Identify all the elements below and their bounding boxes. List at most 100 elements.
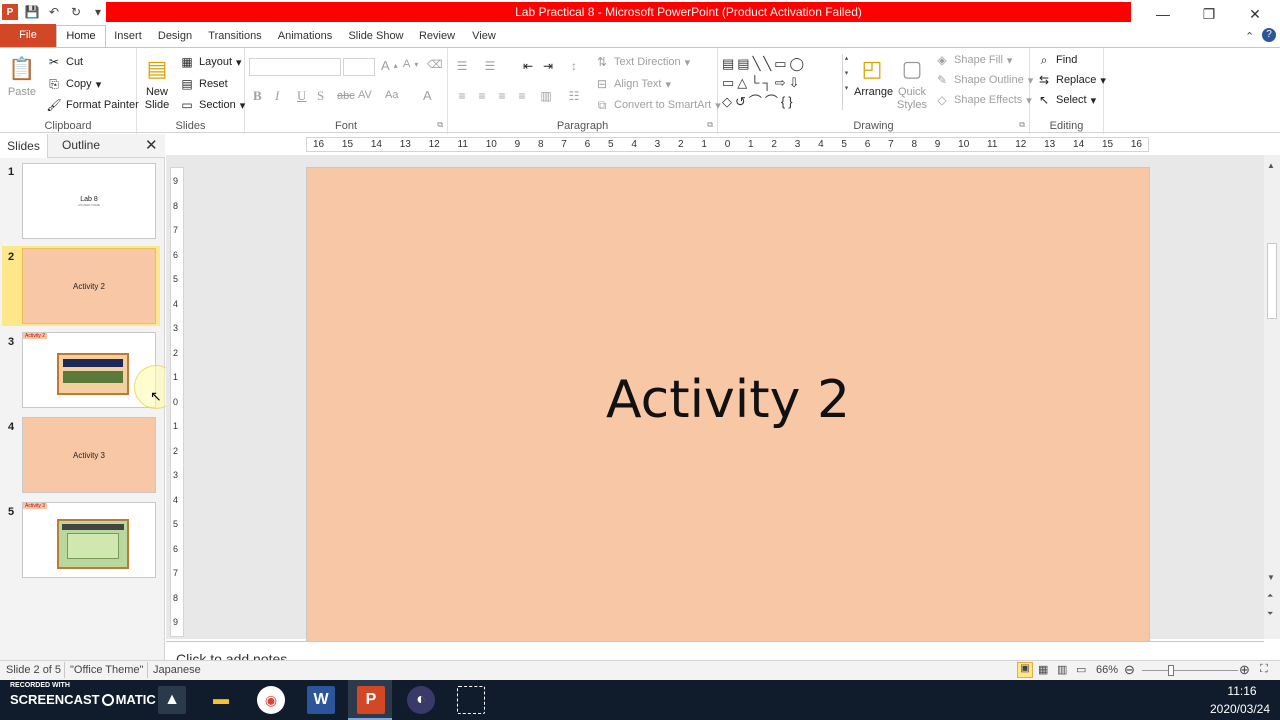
text-direction-button[interactable]: ⇅ Text Direction ▾ bbox=[594, 54, 690, 70]
fit-to-window-icon[interactable]: ⛶ bbox=[1260, 663, 1268, 676]
language-indicator[interactable]: Japanese bbox=[153, 664, 201, 676]
zoom-slider-thumb[interactable] bbox=[1168, 665, 1174, 676]
justify-button[interactable]: ≡ bbox=[514, 88, 530, 104]
redo-icon[interactable]: ↻ bbox=[68, 4, 84, 20]
scroll-up-icon[interactable]: ▲ bbox=[1267, 161, 1275, 170]
slide-thumbnail-5[interactable]: Activity 3 bbox=[22, 502, 156, 578]
italic-button[interactable]: I bbox=[275, 88, 279, 104]
scroll-thumb[interactable] bbox=[1267, 243, 1277, 319]
snipping-tool-icon[interactable] bbox=[457, 686, 485, 714]
slide-thumbnail-4[interactable]: Activity 3 bbox=[22, 417, 156, 493]
slide-thumbnail-2[interactable]: Activity 2 bbox=[22, 248, 156, 324]
tab-insert[interactable]: Insert bbox=[108, 27, 148, 47]
clock-date[interactable]: 2020/03/24 bbox=[1200, 702, 1280, 716]
slide-thumbnail-1[interactable]: Lab 8 AKUSER NAME bbox=[22, 163, 156, 239]
grow-font-button[interactable]: A ▴ bbox=[381, 58, 398, 73]
shrink-font-button[interactable]: A ▾ bbox=[403, 58, 418, 70]
font-name-box[interactable] bbox=[249, 58, 341, 76]
font-dialog-launcher-icon[interactable]: ⧉ bbox=[437, 120, 443, 130]
reading-view-icon[interactable]: ▥ bbox=[1057, 663, 1067, 676]
decrease-indent-button[interactable]: ⇤ bbox=[520, 58, 536, 74]
columns-button[interactable]: ▥ bbox=[538, 88, 554, 104]
new-slide-button[interactable]: ▤ New Slide bbox=[141, 52, 173, 112]
file-explorer-icon[interactable]: ▬ bbox=[207, 686, 235, 714]
chrome-icon[interactable]: ◉ bbox=[257, 686, 285, 714]
align-center-button[interactable]: ≡ bbox=[474, 88, 490, 104]
bullets-button[interactable]: ☰ bbox=[454, 58, 470, 74]
tab-outline[interactable]: Outline bbox=[62, 138, 100, 152]
thumbnail-number: 4 bbox=[8, 421, 15, 433]
tab-home[interactable]: Home bbox=[56, 25, 106, 48]
strikethrough-button[interactable]: abc bbox=[337, 90, 355, 102]
replace-button[interactable]: ⇆ Replace ▾ bbox=[1036, 72, 1106, 88]
tab-file[interactable]: File bbox=[0, 24, 56, 47]
slide-title[interactable]: Activity 2 bbox=[306, 370, 1150, 430]
zoom-level[interactable]: 66% bbox=[1096, 664, 1118, 676]
align-left-button[interactable]: ≡ bbox=[454, 88, 470, 104]
tab-design[interactable]: Design bbox=[153, 27, 197, 47]
word-icon[interactable]: W bbox=[307, 686, 335, 714]
drawing-dialog-launcher-icon[interactable]: ⧉ bbox=[1019, 120, 1025, 130]
increase-indent-button[interactable]: ⇥ bbox=[540, 58, 556, 74]
previous-slide-icon[interactable]: ⏶ bbox=[1267, 591, 1273, 601]
dropdown-arrow-icon: ▾ bbox=[684, 56, 691, 69]
notes-pane[interactable]: Click to add notes bbox=[166, 641, 1264, 661]
slide-sorter-icon[interactable]: ▦ bbox=[1038, 663, 1048, 676]
zoom-slider-track[interactable] bbox=[1142, 670, 1238, 671]
tab-slides[interactable]: Slides bbox=[0, 134, 48, 158]
vertical-scrollbar[interactable]: ▲ ▼ ⏶ ⏷ bbox=[1264, 155, 1280, 639]
change-case-button[interactable]: Aa bbox=[385, 89, 398, 101]
photos-app-icon[interactable]: ▲ bbox=[158, 686, 186, 714]
columns-more-button[interactable]: ☷ bbox=[566, 88, 582, 104]
align-right-button[interactable]: ≡ bbox=[494, 88, 510, 104]
normal-view-icon[interactable]: ▣ bbox=[1017, 662, 1033, 678]
bold-button[interactable]: B bbox=[253, 88, 262, 104]
eclipse-icon[interactable]: ◐ bbox=[407, 686, 435, 714]
arrange-button[interactable]: ◰ Arrange bbox=[854, 52, 893, 99]
convert-smartart-button[interactable]: ⧉ Convert to SmartArt ▾ bbox=[594, 97, 721, 113]
tab-animations[interactable]: Animations bbox=[273, 27, 337, 47]
shapes-gallery[interactable]: ▤▤╲╲▭◯ ▭△└┐⇨⇩ ◇↺⌒⌒{} bbox=[722, 54, 842, 112]
tab-transitions[interactable]: Transitions bbox=[204, 27, 266, 47]
shape-effects-button[interactable]: ◇ Shape Effects ▾ bbox=[934, 92, 1031, 108]
find-button[interactable]: ⌕ Find bbox=[1036, 52, 1078, 68]
copy-button[interactable]: ⎘ Copy ▾ bbox=[46, 76, 101, 92]
help-icon[interactable]: ? bbox=[1262, 28, 1276, 42]
quick-styles-button[interactable]: ▢ Quick Styles bbox=[894, 52, 930, 112]
zoom-in-icon[interactable]: ⊕ bbox=[1239, 662, 1250, 678]
select-button[interactable]: ↖ Select ▾ bbox=[1036, 92, 1096, 108]
font-size-box[interactable] bbox=[343, 58, 375, 76]
customize-qat-icon[interactable]: ▾ bbox=[90, 4, 106, 20]
shadow-button[interactable]: S bbox=[317, 88, 324, 104]
shape-outline-button[interactable]: ✎ Shape Outline ▾ bbox=[934, 72, 1033, 88]
section-button[interactable]: ▭ Section ▾ bbox=[179, 97, 245, 113]
zoom-out-icon[interactable]: ⊖ bbox=[1124, 662, 1135, 678]
format-painter-button[interactable]: 🖌 Format Painter bbox=[46, 97, 138, 113]
save-icon[interactable]: 💾 bbox=[24, 4, 40, 20]
layout-button[interactable]: ▦ Layout ▾ bbox=[179, 54, 241, 70]
shape-fill-button[interactable]: ◈ Shape Fill ▾ bbox=[934, 52, 1012, 68]
tab-view[interactable]: View bbox=[466, 27, 502, 47]
paste-button[interactable]: 📋 Paste bbox=[4, 52, 40, 99]
numbering-button[interactable]: ☰ bbox=[482, 58, 498, 74]
clock-time[interactable]: 11:16 bbox=[1210, 684, 1274, 698]
paragraph-dialog-launcher-icon[interactable]: ⧉ bbox=[707, 120, 713, 130]
font-color-button[interactable]: A bbox=[423, 88, 432, 103]
next-slide-icon[interactable]: ⏷ bbox=[1267, 609, 1273, 619]
clear-format-icon[interactable]: ⌫ bbox=[427, 58, 443, 71]
tab-review[interactable]: Review bbox=[414, 27, 460, 47]
powerpoint-icon[interactable]: P bbox=[357, 686, 385, 714]
slideshow-view-icon[interactable]: ▭ bbox=[1076, 663, 1086, 676]
cut-button[interactable]: ✂ Cut bbox=[46, 54, 83, 70]
reset-button[interactable]: ▤ Reset bbox=[179, 76, 227, 92]
shapes-scroll[interactable]: ▴ ▾ ▾ bbox=[842, 54, 850, 110]
line-spacing-button[interactable]: ↕ bbox=[566, 58, 582, 74]
underline-button[interactable]: U bbox=[297, 88, 306, 104]
collapse-ribbon-icon[interactable]: ⌃ bbox=[1245, 30, 1254, 43]
char-spacing-button[interactable]: AV bbox=[358, 89, 372, 101]
close-pane-icon[interactable]: ✕ bbox=[145, 136, 158, 154]
align-text-button[interactable]: ⊟ Align Text ▾ bbox=[594, 76, 671, 92]
tab-slide-show[interactable]: Slide Show bbox=[344, 27, 408, 47]
undo-icon[interactable]: ↶ bbox=[46, 4, 62, 20]
scroll-down-icon[interactable]: ▼ bbox=[1267, 573, 1275, 582]
